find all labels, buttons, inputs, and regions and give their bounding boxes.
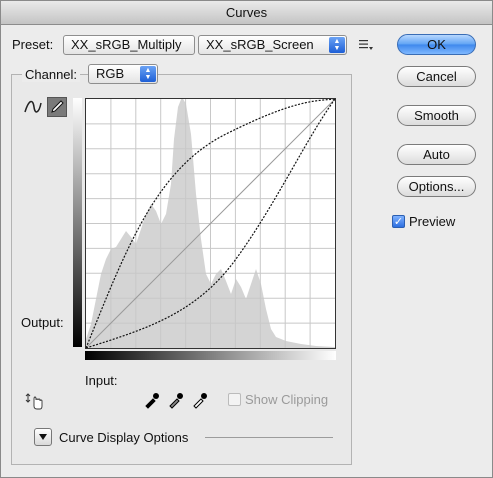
curves-graph[interactable]: [85, 98, 336, 349]
preset-left-value: XX_sRGB_Multiply: [71, 37, 182, 52]
curve-display-toggle[interactable]: [34, 428, 52, 446]
show-clipping-checkbox[interactable]: [228, 393, 241, 406]
input-gradient-bar: [85, 351, 336, 360]
auto-button[interactable]: Auto: [397, 144, 476, 165]
preset-left-field[interactable]: XX_sRGB_Multiply: [63, 35, 195, 55]
channel-label: Channel:: [22, 67, 81, 82]
preset-dropdown[interactable]: XX_sRGB_Screen ▲ ▼: [198, 35, 347, 55]
channel-dropdown[interactable]: RGB ▲ ▼: [88, 64, 158, 84]
gray-eyedropper-icon[interactable]: [167, 391, 185, 409]
curve-display-label: Curve Display Options: [59, 430, 189, 445]
black-eyedropper-icon[interactable]: [143, 391, 161, 409]
curve-point-icon[interactable]: [23, 97, 43, 117]
divider: [205, 437, 333, 438]
curves-dialog: Curves Preset: XX_sRGB_Multiply XX_sRGB_…: [0, 0, 493, 478]
preview-label: Preview: [409, 214, 456, 229]
white-eyedropper-icon[interactable]: [191, 391, 209, 409]
dropdown-arrows-icon: ▲ ▼: [329, 37, 345, 53]
options-button[interactable]: Options...: [397, 176, 476, 197]
input-label: Input:: [85, 373, 118, 388]
dropdown-arrows-icon: ▲ ▼: [140, 66, 156, 82]
show-clipping-label: Show Clipping: [245, 392, 329, 407]
preset-options-icon[interactable]: [358, 38, 374, 52]
on-image-adjust-icon[interactable]: [25, 391, 45, 411]
output-label: Output:: [21, 315, 64, 330]
smooth-button[interactable]: Smooth: [397, 105, 476, 126]
preset-right-value: XX_sRGB_Screen: [206, 37, 314, 52]
channel-value: RGB: [96, 66, 125, 81]
cancel-button[interactable]: Cancel: [397, 66, 476, 87]
ok-button[interactable]: OK: [397, 34, 476, 55]
output-gradient-bar: [73, 98, 82, 347]
preview-checkbox[interactable]: ✓: [392, 215, 405, 228]
pencil-icon[interactable]: [47, 97, 67, 117]
window-title: Curves: [1, 1, 492, 25]
preset-label: Preset:: [12, 37, 54, 52]
